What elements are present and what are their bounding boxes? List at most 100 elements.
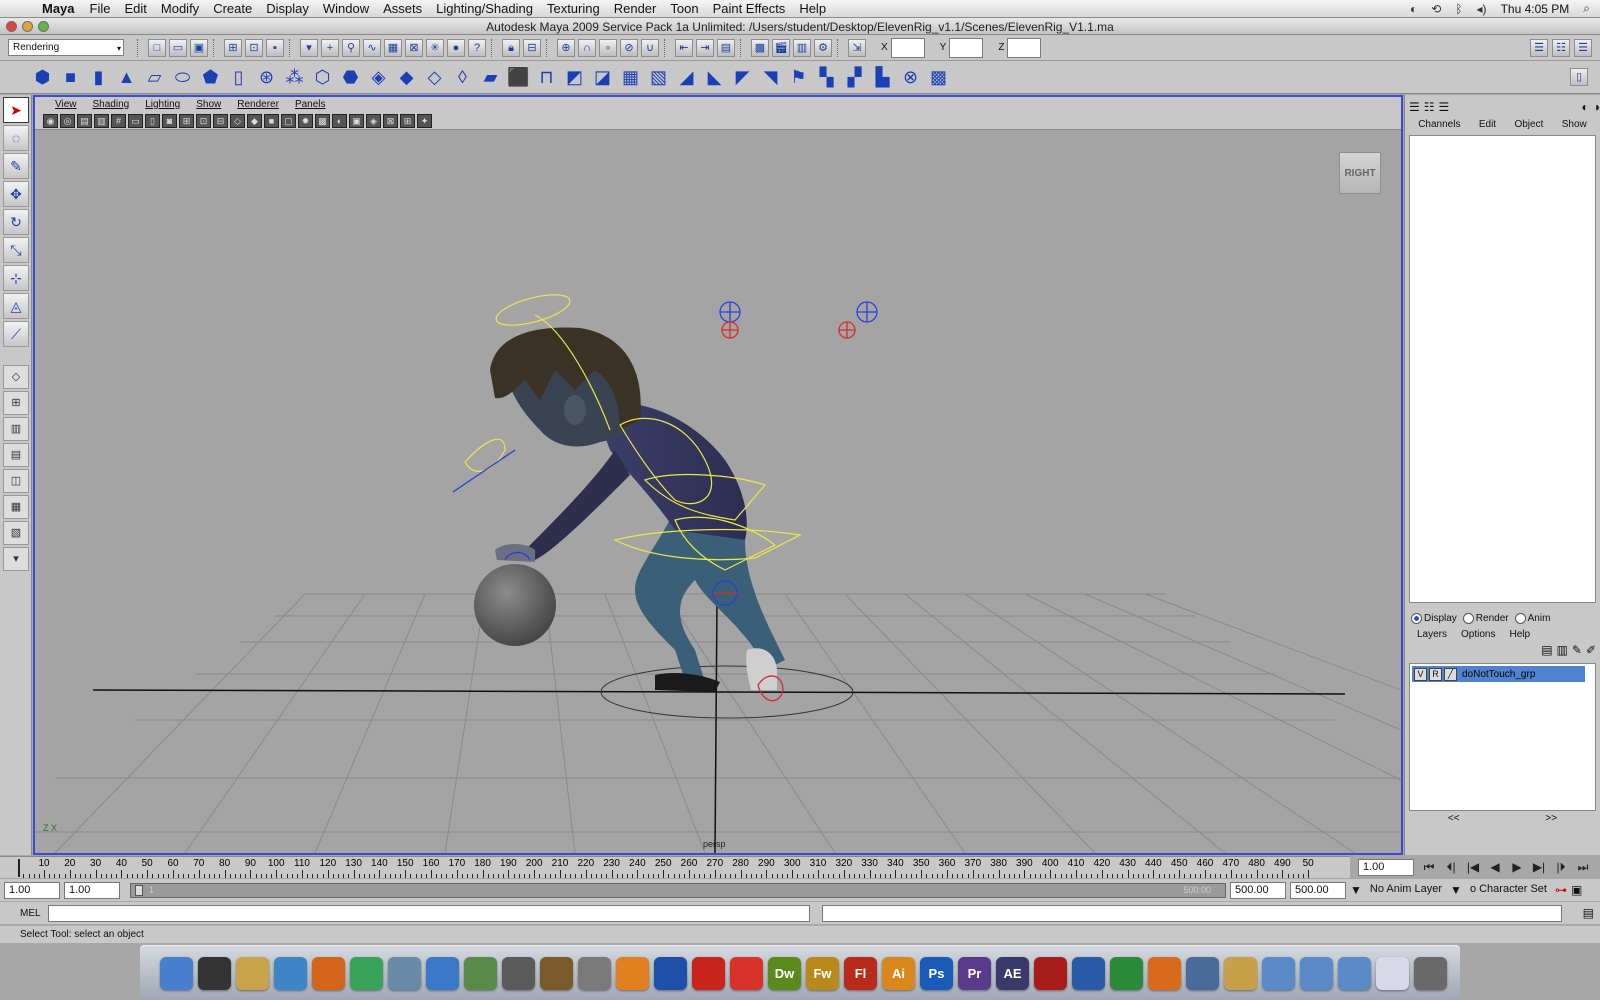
highlight-selection-icon[interactable]: ⊟ <box>523 38 541 57</box>
show-tool-settings-icon[interactable]: ☷ <box>1552 38 1570 57</box>
layer-name[interactable]: doNotTouch_grp <box>1462 669 1535 680</box>
shading-ball-icon[interactable]: ◐ <box>1582 100 1589 114</box>
dock-fireworks-icon[interactable]: Fw <box>806 956 839 990</box>
dock-iphoto-icon[interactable] <box>464 956 497 990</box>
new-layer-icon[interactable]: ✎ <box>1572 643 1582 663</box>
bridge-icon[interactable]: ⊓ <box>534 65 559 90</box>
persp-trax-layout-icon[interactable]: ▦ <box>3 495 29 519</box>
film-gate-icon[interactable]: ▭ <box>128 113 143 128</box>
show-manipulator-icon[interactable]: ⟋ <box>3 321 29 347</box>
dock-excel-icon[interactable] <box>1110 956 1143 990</box>
snap-to-point-icon[interactable]: ∘ <box>599 38 617 57</box>
dock-chrome-icon[interactable] <box>350 956 383 990</box>
animation-start-field[interactable]: 1.00 <box>4 881 60 899</box>
channel-box-area[interactable] <box>1409 135 1596 603</box>
flat-shade-icon[interactable]: ■ <box>264 113 279 128</box>
menu-toon[interactable]: Toon <box>663 1 705 16</box>
resolution-gate-icon[interactable]: ▯ <box>145 113 160 128</box>
layer-display-type-toggle[interactable]: R <box>1429 667 1442 681</box>
render-options-icon[interactable]: ◑ <box>1593 100 1600 114</box>
select-handles-icon[interactable]: + <box>321 38 339 57</box>
make-live-icon[interactable]: ∪ <box>641 38 659 57</box>
selection-mask-icon[interactable]: ▾ <box>300 38 318 57</box>
panel-menu-lighting[interactable]: Lighting <box>137 99 188 110</box>
select-camera-icon[interactable]: ◉ <box>43 113 58 128</box>
select-misc-icon[interactable]: ? <box>468 38 486 57</box>
select-deformations-icon[interactable]: ⊠ <box>405 38 423 57</box>
gate-mask-icon[interactable]: ◙ <box>162 113 177 128</box>
field-chart-icon[interactable]: ⊞ <box>179 113 194 128</box>
step-forward-frame-icon[interactable]: |⏵ <box>1552 858 1570 876</box>
layer-menu-layers[interactable]: Layers <box>1417 629 1447 643</box>
new-scene-icon[interactable]: □ <box>148 38 166 57</box>
script-editor-icon[interactable]: ▤ <box>1583 906 1600 920</box>
viewport-persp[interactable]: RIGHT persp Z X <box>35 130 1402 854</box>
panel-menu-shading[interactable]: Shading <box>85 99 138 110</box>
dock-illustrator-icon[interactable]: Ai <box>882 956 915 990</box>
persp-outliner-layout-icon[interactable]: ▥ <box>3 417 29 441</box>
spherical-mapping-icon[interactable]: ▙ <box>870 65 895 90</box>
lasso-tool-icon[interactable]: ◌ <box>3 125 29 151</box>
viewcube[interactable]: RIGHT <box>1339 152 1381 194</box>
menu-lighting-shading[interactable]: Lighting/Shading <box>429 1 540 16</box>
x-input[interactable] <box>890 37 925 58</box>
dock-trash-icon[interactable] <box>1414 956 1447 990</box>
image-plane-icon[interactable]: ▥ <box>94 113 109 128</box>
step-back-key-icon[interactable]: |◀ <box>1464 858 1482 876</box>
poly-torus-icon[interactable]: ⬭ <box>170 65 195 90</box>
menu-edit[interactable]: Edit <box>117 1 153 16</box>
menu-create[interactable]: Create <box>206 1 259 16</box>
poly-soccer-ball-icon[interactable]: ⊛ <box>254 65 279 90</box>
layer-mode-render[interactable]: Render <box>1462 613 1509 625</box>
render-current-frame-icon[interactable]: 🎬︎ <box>772 38 790 57</box>
layer-mode-anim[interactable]: Anim <box>1514 613 1550 625</box>
scale-tool-icon[interactable]: ⤡ <box>3 237 29 263</box>
input-connections-icon[interactable]: ⇤ <box>675 38 693 57</box>
render-settings-icon[interactable]: ⚙ <box>814 38 832 57</box>
four-view-layout-icon[interactable]: ⊞ <box>3 391 29 415</box>
range-slider-bar[interactable]: 1 500.00 <box>130 882 1226 898</box>
wedge-face-icon[interactable]: ◤ <box>730 65 755 90</box>
extract-icon[interactable]: ⬣ <box>338 65 363 90</box>
auto-key-icon[interactable]: ⊶ <box>1555 883 1567 897</box>
dock-screenshot-doc-icon[interactable] <box>1376 956 1409 990</box>
poke-face-icon[interactable]: ◣ <box>702 65 727 90</box>
universal-manipulator-icon[interactable]: ⊹ <box>3 265 29 291</box>
time-machine-icon[interactable]: ⟲ <box>1431 2 1441 16</box>
menu-assets[interactable]: Assets <box>376 1 429 16</box>
dock-garageband-icon[interactable] <box>540 956 573 990</box>
select-dynamics-icon[interactable]: ✳ <box>426 38 444 57</box>
animation-preferences-icon[interactable]: ▣ <box>1571 883 1582 897</box>
split-polygon-icon[interactable]: ◪ <box>590 65 615 90</box>
range-start-handle[interactable] <box>135 884 143 896</box>
persp-hypershade-layout-icon[interactable]: ◫ <box>3 469 29 493</box>
insert-edge-loop-icon[interactable]: ▦ <box>618 65 643 90</box>
cb-menu-show[interactable]: Show <box>1562 119 1587 133</box>
current-time-indicator[interactable] <box>18 859 20 877</box>
cb-menu-edit[interactable]: Edit <box>1479 119 1496 133</box>
go-to-start-icon[interactable]: ⏮ <box>1420 858 1438 876</box>
layer-color-swatch[interactable]: ╱ <box>1444 667 1457 681</box>
poly-cylinder-icon[interactable]: ▮ <box>86 65 111 90</box>
bounding-box-icon[interactable]: ▢ <box>281 113 296 128</box>
layer-menu-help[interactable]: Help <box>1509 629 1530 643</box>
z-input[interactable] <box>1007 37 1042 58</box>
layer-visibility-toggle[interactable]: V <box>1414 667 1427 681</box>
offset-edge-loop-icon[interactable]: ▧ <box>646 65 671 90</box>
poly-prism-icon[interactable]: ⬟ <box>198 65 223 90</box>
bookmarks-icon[interactable]: ▤ <box>77 113 92 128</box>
menubar-clock[interactable]: Thu 4:05 PM <box>1501 2 1570 16</box>
dock-vlc-icon[interactable] <box>616 956 649 990</box>
select-by-component-icon[interactable]: ▪ <box>266 38 284 57</box>
wireframe-on-shaded-icon[interactable]: ⊞ <box>400 113 415 128</box>
persp-graph-outliner-layout-icon[interactable]: ▧ <box>3 521 29 545</box>
select-curves-icon[interactable]: ∿ <box>363 38 381 57</box>
anim-layer-select[interactable]: No Anim Layer <box>1365 881 1447 899</box>
soft-modification-icon[interactable]: ◬ <box>3 293 29 319</box>
boolean-intersection-icon[interactable]: ◊ <box>450 65 475 90</box>
cylindrical-mapping-icon[interactable]: ▞ <box>842 65 867 90</box>
poly-cube-icon[interactable]: ■ <box>58 65 83 90</box>
select-by-hierarchy-icon[interactable]: ⊞ <box>224 38 242 57</box>
collapse-right-button[interactable]: >> <box>1545 813 1557 825</box>
cb-menu-object[interactable]: Object <box>1514 119 1543 133</box>
